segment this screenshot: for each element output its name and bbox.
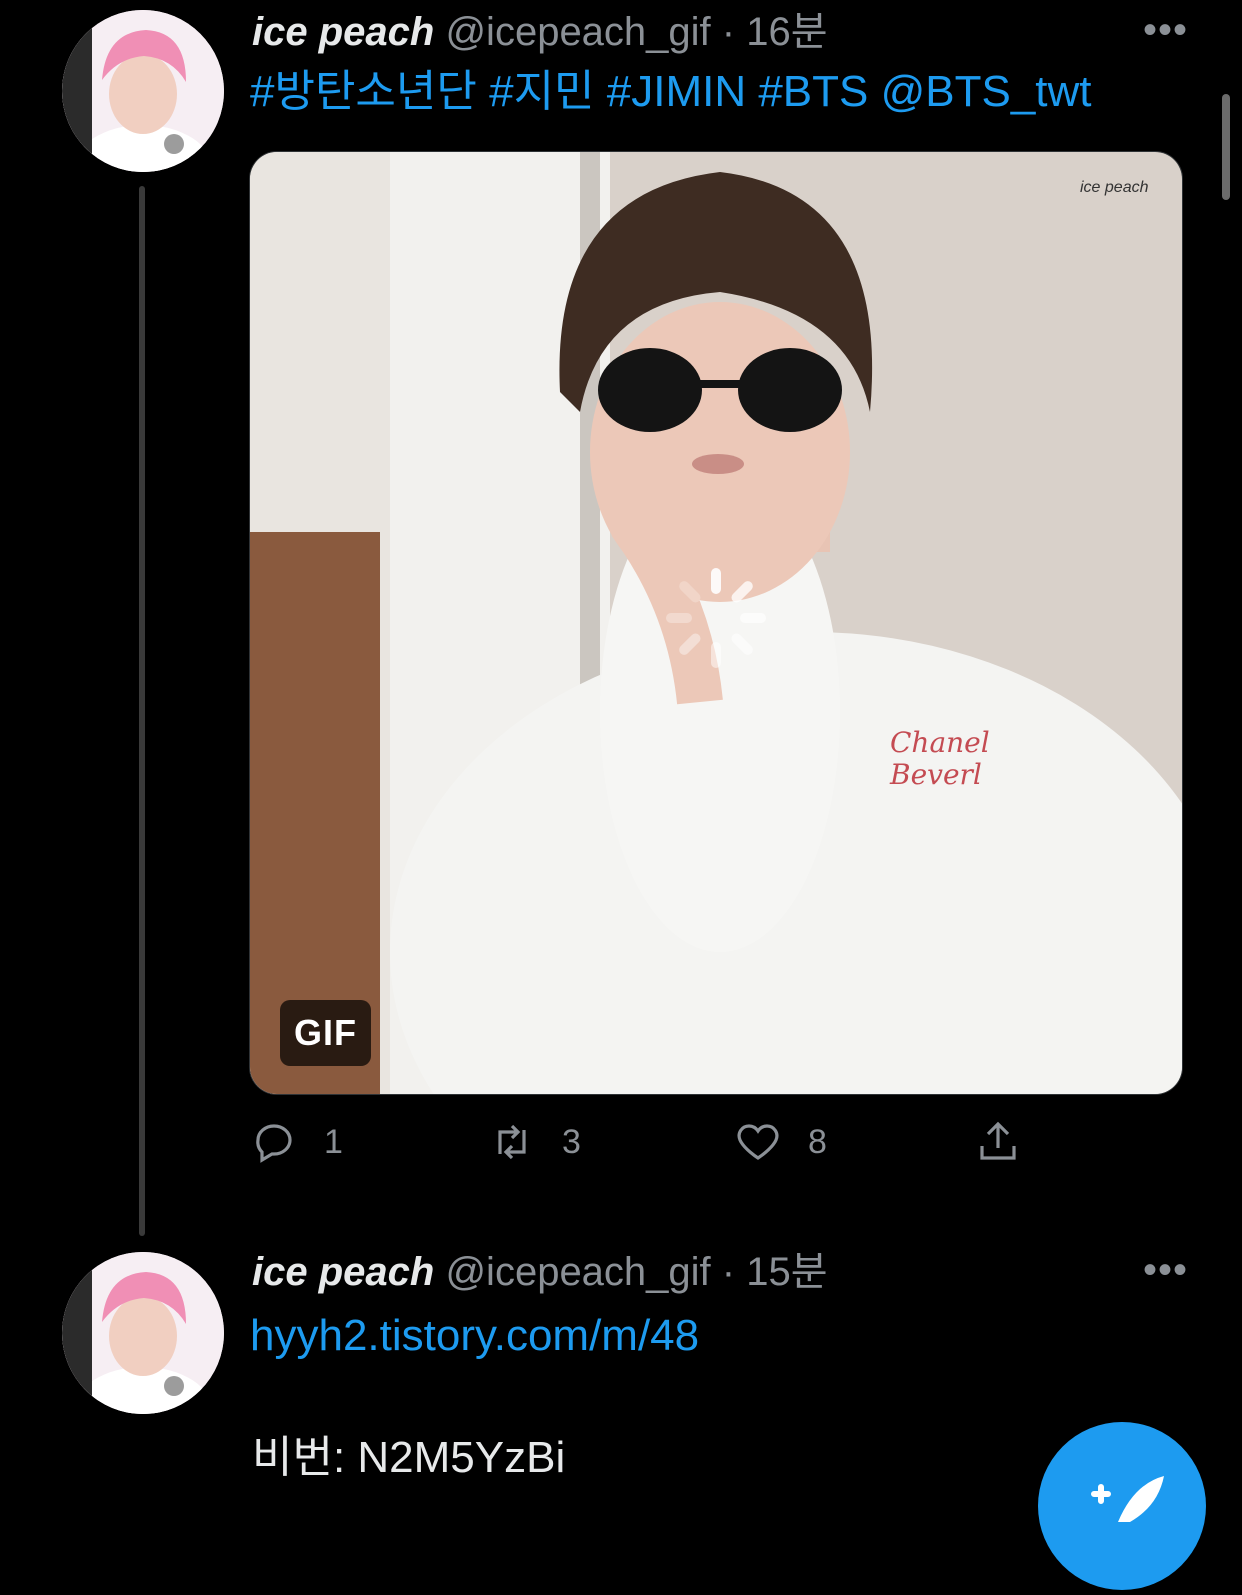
handle[interactable]: @icepeach_gif xyxy=(445,1250,710,1294)
retweet-count: 3 xyxy=(562,1122,581,1161)
gif-media[interactable]: Chanel Beverl ice peach GIF xyxy=(249,151,1183,1095)
tweet-text: 비번: N2M5YzBi xyxy=(252,1433,566,1482)
like-count: 8 xyxy=(808,1122,827,1161)
compose-button[interactable] xyxy=(1038,1422,1206,1590)
svg-text:Chanel: Chanel xyxy=(890,726,990,759)
svg-text:Beverl: Beverl xyxy=(889,758,982,791)
avatar[interactable] xyxy=(62,10,224,172)
tweet-1[interactable]: ice peach @icepeach_gif · 16분 ••• #방탄소년단… xyxy=(0,0,1242,1240)
avatar[interactable] xyxy=(62,1252,224,1414)
reply-icon xyxy=(256,1124,292,1163)
share-button[interactable] xyxy=(974,1118,1022,1166)
tweet-link[interactable]: hyyh2.tistory.com/m/48 xyxy=(250,1310,699,1362)
tweet-header: ice peach @icepeach_gif · 16분 xyxy=(252,8,828,56)
display-name[interactable]: ice peach xyxy=(252,1250,434,1294)
gif-badge: GIF xyxy=(280,1000,371,1066)
display-name[interactable]: ice peach xyxy=(252,10,434,54)
timestamp[interactable]: · 15분 xyxy=(722,1250,828,1294)
heart-icon xyxy=(737,1124,779,1160)
reply-button[interactable]: 1 xyxy=(250,1118,343,1166)
reply-count: 1 xyxy=(324,1122,343,1161)
more-options-icon[interactable]: ••• xyxy=(1143,1248,1188,1293)
retweet-button[interactable]: 3 xyxy=(488,1118,581,1166)
gif-image: Chanel Beverl ice peach xyxy=(250,152,1182,1094)
handle[interactable]: @icepeach_gif xyxy=(445,10,710,54)
timestamp[interactable]: · 16분 xyxy=(722,10,828,54)
tweet-actions: 1 3 8 xyxy=(250,1118,1050,1178)
tweet-header: ice peach @icepeach_gif · 15분 xyxy=(252,1248,828,1296)
share-icon xyxy=(980,1121,1016,1160)
compose-icon xyxy=(1091,1476,1164,1522)
like-button[interactable]: 8 xyxy=(734,1118,827,1166)
watermark: ice peach xyxy=(1080,179,1149,196)
more-options-icon[interactable]: ••• xyxy=(1143,8,1188,53)
retweet-icon xyxy=(498,1124,526,1160)
tweet-hashtags[interactable]: #방탄소년단 #지민 #JIMIN #BTS @BTS_twt xyxy=(250,66,1092,118)
scrollbar[interactable] xyxy=(1222,94,1230,200)
thread-line xyxy=(139,186,145,1236)
